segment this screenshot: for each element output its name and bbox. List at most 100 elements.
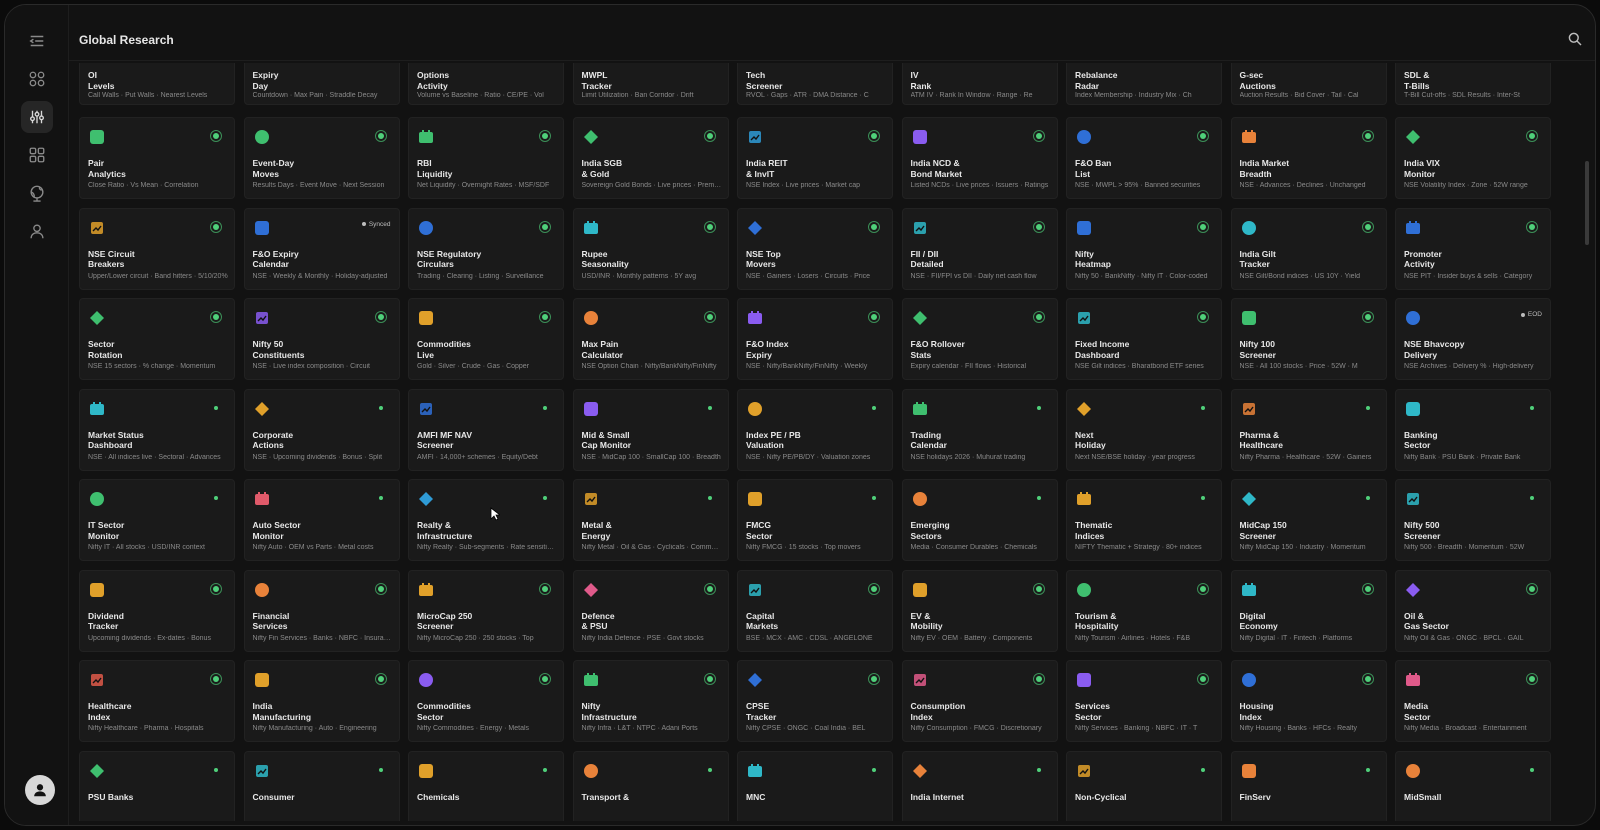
tool-card[interactable]: India VIX Monitor NSE Volatility Index · Z… — [1395, 117, 1551, 199]
tool-card[interactable]: MNC — [737, 750, 893, 821]
tool-card[interactable]: Fixed Income Dashboard NSE Gilt indices · … — [1066, 298, 1222, 380]
tool-card[interactable]: Expiry Day Countdown · Max Pain · Straddle… — [243, 63, 400, 105]
tool-card[interactable]: Rupee Seasonality USD/INR · Monthly patter… — [572, 207, 729, 290]
status-indicator-icon — [703, 311, 716, 323]
tool-card[interactable]: Options Activity Volume vs Baseline · Rati… — [408, 63, 564, 105]
tool-card[interactable]: India Market Breadth NSE · Advances · Decl… — [1230, 117, 1387, 199]
tool-card[interactable]: Dividend Tracker Upcoming dividends · Ex-d… — [79, 569, 235, 652]
search-icon[interactable] — [1567, 31, 1585, 49]
tool-card[interactable]: Emerging Sectors Media · Consumer Durables… — [901, 479, 1058, 561]
scrollbar[interactable] — [1585, 161, 1589, 245]
tool-card[interactable]: Housing Index Nifty Housing · Banks · HFCs… — [1230, 660, 1387, 742]
tool-card[interactable]: NSE Top Movers NSE · Gainers · Losers · Ci… — [737, 207, 893, 290]
tool-card[interactable]: Trading Calendar NSE holidays 2026 · Muhur… — [901, 388, 1058, 471]
tool-card[interactable]: Mid & Small Cap Monitor NSE · MidCap 100 ·… — [572, 388, 729, 471]
tool-card[interactable]: Nifty Infrastructure Nifty Infra · L&T · N… — [572, 660, 729, 742]
tool-card[interactable]: RBI Liquidity Net Liquidity · Overnight Ra… — [408, 117, 564, 199]
status-indicator-icon — [210, 220, 222, 233]
tool-card[interactable]: MWPL Tracker Limit Utilization · Ban Corri… — [572, 63, 729, 105]
tool-card[interactable]: Financial Services Nifty Fin Services · Ba… — [243, 569, 400, 652]
grid-icon[interactable] — [21, 63, 53, 95]
tool-card[interactable]: Transport & — [572, 750, 729, 821]
tool-card[interactable]: FMCG Sector Nifty FMCG · 15 stocks · Top m… — [737, 479, 893, 561]
tool-card[interactable]: Tourism & Hospitality Nifty Tourism · Airl… — [1066, 569, 1222, 652]
tool-card[interactable]: Market Status Dashboard NSE · All indices … — [79, 388, 235, 471]
tool-card[interactable]: F&O Rollover Stats Expiry calendar · FII f… — [901, 298, 1058, 380]
tool-card[interactable]: F&O Index Expiry NSE · Nifty/BankNifty/Fin… — [737, 298, 893, 380]
tool-card[interactable]: Realty & Infrastructure Nifty Realty · Sub… — [408, 479, 564, 561]
tool-card[interactable]: India REIT & InvIT NSE Index · Live prices… — [737, 117, 893, 199]
collapse-menu-icon[interactable] — [21, 25, 53, 57]
tool-card[interactable]: Oil & Gas Sector Nifty Oil & Gas · ONGC · … — [1395, 569, 1551, 652]
tool-card[interactable]: Metal & Energy Nifty Metal · Oil & Gas · C… — [572, 479, 729, 561]
status-badge: EOD — [1520, 311, 1542, 318]
tool-card[interactable]: F&O Ban List NSE · MWPL > 95% · Banned sec… — [1066, 117, 1222, 199]
tool-card[interactable]: Rebalance Radar Index Membership · Industr… — [1066, 63, 1222, 105]
tool-card[interactable]: Pharma & Healthcare Nifty Pharma · Healthc… — [1230, 388, 1387, 471]
status-indicator-icon — [704, 492, 716, 504]
tool-card-icon — [417, 128, 435, 146]
tool-card[interactable]: Defence & PSU Nifty India Defence · PSE · … — [572, 569, 729, 652]
tool-card[interactable]: Next Holiday Next NSE/BSE holiday · year p… — [1066, 388, 1222, 471]
tool-card[interactable]: Nifty 100 Screener NSE · All 100 stocks · … — [1230, 298, 1387, 380]
tool-card[interactable]: G-sec Auctions Auction Results · Bid Cover… — [1230, 63, 1387, 105]
tool-card[interactable]: Corporate Actions NSE · Upcoming dividends… — [243, 388, 400, 471]
tool-card[interactable]: MicroCap 250 Screener Nifty MicroCap 250 ·… — [408, 569, 564, 652]
tool-card[interactable]: AMFI MF NAV Screener AMFI · 14,000+ scheme… — [408, 388, 564, 471]
tool-card[interactable]: Pair Analytics Close Ratio · Vs Mean · Cor… — [79, 117, 235, 199]
tool-card[interactable]: Consumer — [243, 750, 400, 821]
tool-card[interactable]: Consumption Index Nifty Consumption · FMCG… — [901, 660, 1058, 742]
tool-card[interactable]: Max Pain Calculator NSE Option Chain · Nif… — [572, 298, 729, 380]
tool-card[interactable]: Capital Markets BSE · MCX · AMC · CDSL · A… — [737, 569, 893, 652]
tool-card[interactable]: India NCD & Bond Market Listed NCDs · Live… — [901, 117, 1058, 199]
tool-card[interactable]: Promoter Activity NSE PIT · Insider buys &… — [1395, 207, 1551, 290]
tool-card[interactable]: Healthcare Index Nifty Healthcare · Pharma… — [79, 660, 235, 742]
tool-card[interactable]: India SGB & Gold Sovereign Gold Bonds · Li… — [572, 117, 729, 199]
tool-card[interactable]: India Manufacturing Nifty Manufacturing · … — [243, 660, 400, 742]
tool-card[interactable]: IV Rank ATM IV · Rank In Window · Range · … — [901, 63, 1058, 105]
tool-card[interactable]: Sector Rotation NSE 15 sectors · % change … — [79, 298, 235, 380]
tool-card[interactable]: Chemicals — [408, 750, 564, 821]
tool-card[interactable]: NSE Regulatory Circulars Trading · Clearin… — [408, 207, 564, 290]
tool-card[interactable]: PSU Banks — [79, 750, 235, 821]
tool-card[interactable]: IT Sector Monitor Nifty IT · All stocks · … — [79, 479, 235, 561]
apps-icon[interactable] — [21, 139, 53, 171]
tool-card[interactable]: MidCap 150 Screener Nifty MidCap 150 · Ind… — [1230, 479, 1387, 561]
tool-card[interactable]: MidSmall — [1395, 750, 1551, 821]
tool-card[interactable]: Banking Sector Nifty Bank · PSU Bank · Pri… — [1395, 388, 1551, 471]
status-indicator-icon — [1197, 311, 1209, 323]
tool-card[interactable]: India Gilt Tracker NSE Gilt/Bond indices ·… — [1230, 207, 1387, 290]
tool-card[interactable]: Digital Economy Nifty Digital · IT · Finte… — [1230, 569, 1387, 652]
analytics-icon[interactable] — [21, 101, 53, 133]
tool-card[interactable]: Nifty 500 Screener Nifty 500 · Breadth · M… — [1395, 479, 1551, 561]
tool-card[interactable]: Services Sector Nifty Services · Banking ·… — [1066, 660, 1222, 742]
tool-card[interactable]: EOD NSE Bhavcopy Delivery NSE Archives · De… — [1395, 298, 1551, 380]
tool-card[interactable]: CPSE Tracker Nifty CPSE · ONGC · Coal Indi… — [737, 660, 893, 742]
tool-card-subtitle: Nifty Media · Broadcast · Entertainment — [1404, 725, 1527, 732]
tool-card[interactable]: Auto Sector Monitor Nifty Auto · OEM vs Pa… — [243, 479, 400, 561]
tool-card[interactable]: Tech Screener RVOL · Gaps · ATR · DMA Dist… — [737, 63, 893, 105]
tool-card[interactable]: EV & Mobility Nifty EV · OEM · Battery · C… — [901, 569, 1058, 652]
user-icon[interactable] — [21, 215, 53, 247]
tool-card[interactable]: Commodities Sector Nifty Commodities · Ene… — [408, 660, 564, 742]
tool-card-icon — [417, 219, 435, 237]
tool-card[interactable]: OI Levels Call Walls · Put Walls · Nearest… — [79, 63, 235, 105]
avatar[interactable] — [25, 775, 55, 805]
tool-card[interactable]: Synced F&O Expiry Calendar NSE · Weekly & M… — [243, 207, 400, 290]
tool-card[interactable]: NSE Circuit Breakers Upper/Lower circuit ·… — [79, 207, 235, 290]
tool-card[interactable]: Event-Day Moves Results Days · Event Move … — [243, 117, 400, 199]
tool-card[interactable]: India Internet — [901, 750, 1058, 821]
tool-card[interactable]: Commodities Live Gold · Silver · Crude · G… — [408, 298, 564, 380]
tool-card[interactable]: Nifty 50 Constituents NSE · Live index com… — [243, 298, 400, 380]
globe-icon[interactable] — [21, 177, 53, 209]
tool-card[interactable]: Non-Cyclical — [1066, 750, 1222, 821]
tool-card-subtitle: Countdown · Max Pain · Straddle Decay — [252, 92, 378, 99]
tool-card[interactable]: FII / DII Detailed NSE · FII/FPI vs DII · … — [901, 207, 1058, 290]
tool-card[interactable]: Media Sector Nifty Media · Broadcast · Ent… — [1395, 660, 1551, 742]
tool-card[interactable]: Nifty Heatmap Nifty 50 · BankNifty · Nifty… — [1066, 207, 1222, 290]
tool-card[interactable]: SDL & T-Bills T-Bill Cut-offs · SDL Result… — [1395, 63, 1551, 105]
tool-card-subtitle: NSE holidays 2026 · Muhurat trading — [910, 453, 1026, 461]
tool-card[interactable]: Thematic Indices NIFTY Thematic + Strategy… — [1066, 479, 1222, 561]
tool-card[interactable]: FinServ — [1230, 750, 1387, 821]
tool-card[interactable]: Index PE / PB Valuation NSE · Nifty PE/PB/… — [737, 388, 893, 471]
